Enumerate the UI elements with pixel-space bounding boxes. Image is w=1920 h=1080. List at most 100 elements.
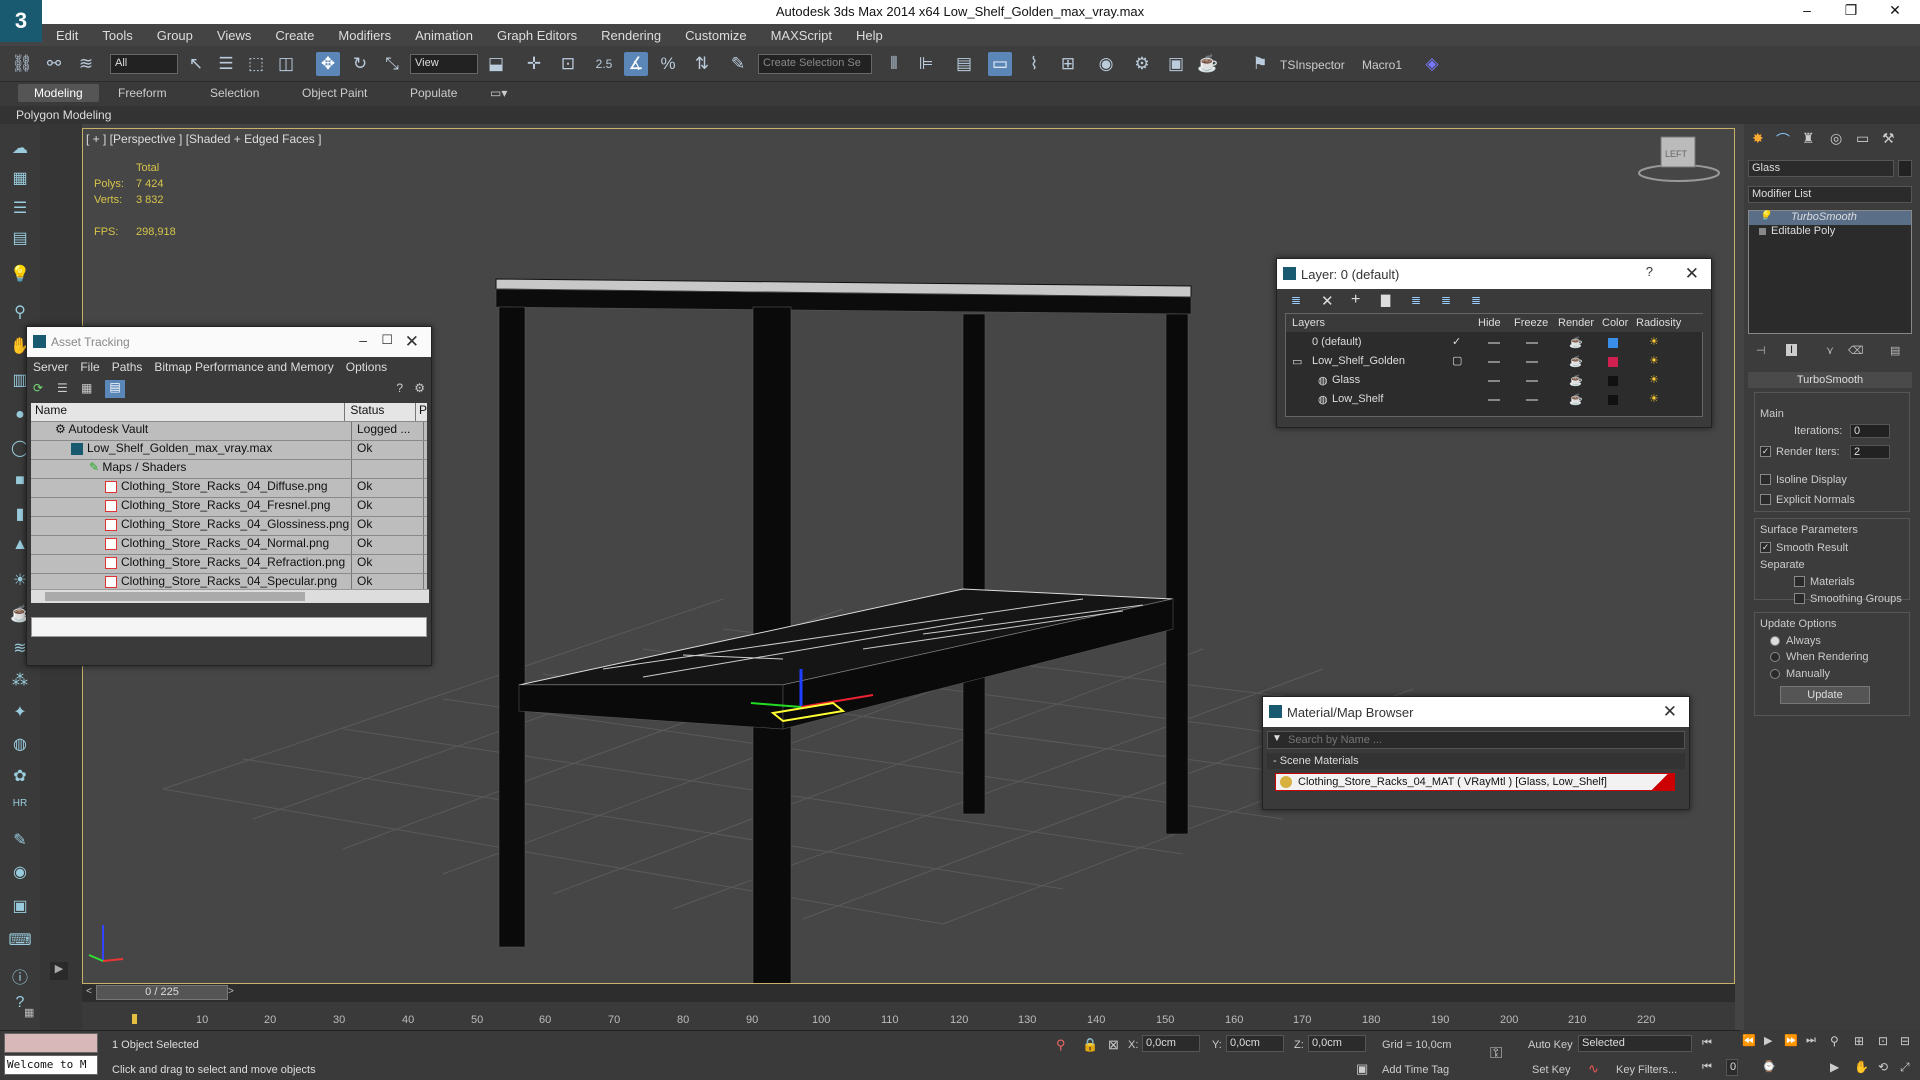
radiosity-icon[interactable]: ☀ — [1649, 392, 1659, 405]
asset-path-field[interactable] — [31, 617, 427, 637]
table-row[interactable]: Clothing_Store_Racks_04_Fresnel.png Ok — [31, 498, 427, 517]
table-row[interactable]: Clothing_Store_Racks_04_Refraction.png Ok — [31, 555, 427, 574]
menu-maxscript[interactable]: MAXScript — [771, 28, 832, 43]
motion-tab-icon[interactable]: ◎ — [1830, 130, 1842, 147]
prev-frame-icon[interactable]: < — [86, 986, 92, 997]
scrollbar-thumb[interactable] — [45, 592, 305, 601]
viewcube[interactable]: LEFT — [1638, 136, 1720, 182]
auto-key-button[interactable]: Auto Key — [1528, 1039, 1573, 1051]
snap-toggle-icon[interactable]: 2.5 — [592, 52, 616, 76]
make-unique-icon[interactable]: ⋎ — [1826, 344, 1834, 357]
active-check-icon[interactable]: ✓ — [1452, 335, 1461, 348]
col-name[interactable]: Name — [31, 403, 346, 421]
asset-tracking-window[interactable]: Asset Tracking – ☐ ✕ Server File Paths B… — [26, 326, 432, 666]
polygon-modeling-panel[interactable]: Polygon Modeling — [16, 108, 111, 122]
table-row[interactable]: Clothing_Store_Racks_04_Glossiness.png Ok — [31, 517, 427, 536]
layer-add-icon[interactable]: + — [1351, 291, 1360, 309]
layer-new-icon[interactable]: ≣ — [1291, 293, 1301, 307]
configure-sets-icon[interactable]: ▤ — [1890, 344, 1900, 357]
menu-graph-editors[interactable]: Graph Editors — [497, 28, 577, 43]
window-crossing-icon[interactable]: ◫ — [274, 52, 298, 76]
tab-freeform[interactable]: Freeform — [118, 86, 167, 100]
freeze-toggle[interactable] — [1526, 380, 1538, 382]
paint-icon[interactable]: ✎ — [8, 830, 32, 852]
close-button[interactable]: ✕ — [1880, 2, 1910, 19]
asset-tracking-titlebar[interactable]: Asset Tracking – ☐ ✕ — [27, 327, 431, 357]
asset-menu-server[interactable]: Server — [33, 360, 68, 374]
hr-icon[interactable]: HR — [8, 798, 32, 820]
help-assets-icon[interactable]: ? — [396, 381, 403, 395]
select-move-icon[interactable]: ✥ — [316, 52, 340, 76]
render-iters-checkbox[interactable]: ✓ — [1760, 446, 1771, 457]
render-teapot-icon[interactable]: ☕ — [1569, 374, 1583, 387]
time-tag-icon[interactable]: ▣ — [1356, 1061, 1368, 1077]
next-key-icon[interactable]: ⏩ — [1784, 1034, 1798, 1047]
layer-delete-icon[interactable]: ✕ — [1321, 292, 1334, 310]
smooth-result-checkbox[interactable]: ✓ — [1760, 542, 1771, 553]
display-tab-icon[interactable]: ▭ — [1856, 130, 1869, 147]
materials-checkbox[interactable] — [1794, 576, 1805, 587]
tab-modeling[interactable]: Modeling — [18, 84, 99, 102]
ribbon-options-icon[interactable]: ▭▾ — [490, 86, 507, 100]
current-frame-field[interactable]: 0 — [1726, 1059, 1738, 1076]
asset-menu-bitmap[interactable]: Bitmap Performance and Memory — [154, 360, 333, 374]
remove-modifier-icon[interactable]: ⌫ — [1848, 344, 1864, 357]
link-icon[interactable]: ⛓ — [10, 52, 34, 76]
select-object-icon[interactable]: ↖ — [184, 52, 208, 76]
keyboard-shortcut-icon[interactable]: ⊡ — [556, 52, 580, 76]
scale-icon[interactable]: ⤡ — [380, 52, 404, 76]
layer-color-swatch[interactable] — [1608, 376, 1618, 386]
material-browser-close-button[interactable]: ✕ — [1663, 702, 1677, 722]
asset-minimize-button[interactable]: – — [359, 332, 367, 348]
globe-icon[interactable]: ◍ — [8, 734, 32, 756]
table-row[interactable]: ✎ Maps / Shaders — [31, 460, 427, 479]
asset-menu-paths[interactable]: Paths — [112, 360, 143, 374]
zoom-all-icon[interactable]: ⊞ — [1854, 1034, 1864, 1048]
set-current-icon[interactable]: ▢ — [1452, 354, 1462, 367]
layer-row[interactable]: ▭ Low_Shelf_Golden ▢ ☕ ☀ — [1286, 353, 1696, 372]
modifier-list-dropdown[interactable]: Modifier List — [1748, 186, 1912, 203]
maxscript-mini-listener[interactable]: Welcome to M — [4, 1055, 98, 1075]
named-selection-sets[interactable]: Create Selection Se — [758, 54, 872, 74]
col-layers[interactable]: Layers — [1292, 317, 1325, 329]
orbit-icon[interactable]: ⟲ — [1878, 1060, 1888, 1074]
material-search-input[interactable] — [1288, 733, 1668, 747]
menu-customize[interactable]: Customize — [685, 28, 746, 43]
render-teapot-icon[interactable]: ☕ — [1569, 336, 1583, 349]
layer-row[interactable]: 0 (default) ✓ ☕ ☀ — [1286, 334, 1696, 353]
update-button[interactable]: Update — [1780, 686, 1870, 704]
list-view-icon[interactable]: ☰ — [57, 381, 68, 395]
iterations-spinner[interactable]: 0 — [1850, 424, 1890, 438]
key-icon[interactable]: ⚿ — [1490, 1045, 1502, 1063]
layer-color-swatch[interactable] — [1608, 395, 1618, 405]
hide-toggle[interactable] — [1488, 380, 1500, 382]
track-bar-icon[interactable]: ▦ — [24, 1006, 34, 1019]
tsinspector-icon[interactable]: ⚑ — [1248, 52, 1272, 76]
bone-icon[interactable]: ✦ — [8, 702, 32, 724]
grid-icon[interactable]: ▤ — [8, 228, 32, 250]
layer-row[interactable]: ◍ Glass ☕ ☀ — [1286, 372, 1696, 391]
hierarchy-tab-icon[interactable]: ♜ — [1802, 130, 1815, 147]
modifier-editable-poly[interactable]: Editable Poly — [1749, 225, 1911, 239]
freeze-toggle[interactable] — [1526, 361, 1538, 363]
freeze-toggle[interactable] — [1526, 342, 1538, 344]
selection-set-dropdown[interactable]: Selected — [1578, 1035, 1692, 1052]
vault-icon[interactable]: ⚙ — [414, 381, 425, 395]
particles-icon[interactable]: ⁂ — [8, 670, 32, 692]
menu-create[interactable]: Create — [275, 28, 314, 43]
radiosity-icon[interactable]: ☀ — [1649, 335, 1659, 348]
thumbnail-icon[interactable]: ▦ — [81, 381, 92, 395]
go-to-start-icon[interactable]: ⏮ — [1702, 1037, 1712, 1050]
layer-freeze-all-icon[interactable]: ≣ — [1471, 293, 1481, 307]
asset-menu-file[interactable]: File — [80, 360, 99, 374]
macro-icon[interactable]: ◈ — [1420, 52, 1444, 76]
add-time-tag-button[interactable]: Add Time Tag — [1382, 1064, 1449, 1076]
pan-icon[interactable]: ✋ — [1854, 1060, 1869, 1074]
ribbon-toggle-icon[interactable]: ▭ — [988, 52, 1012, 76]
table-row[interactable]: Low_Shelf_Golden_max_vray.max Ok — [31, 441, 427, 460]
table-row[interactable]: Clothing_Store_Racks_04_Diffuse.png Ok — [31, 479, 427, 498]
camera-icon[interactable]: ⚲ — [8, 302, 32, 324]
select-manipulate-icon[interactable]: ✛ — [522, 52, 546, 76]
script-icon[interactable]: ⌨ — [8, 930, 32, 952]
track-bar[interactable]: ▦ 10 20 30 40 50 60 70 80 90 100 110 120… — [24, 1002, 1735, 1030]
